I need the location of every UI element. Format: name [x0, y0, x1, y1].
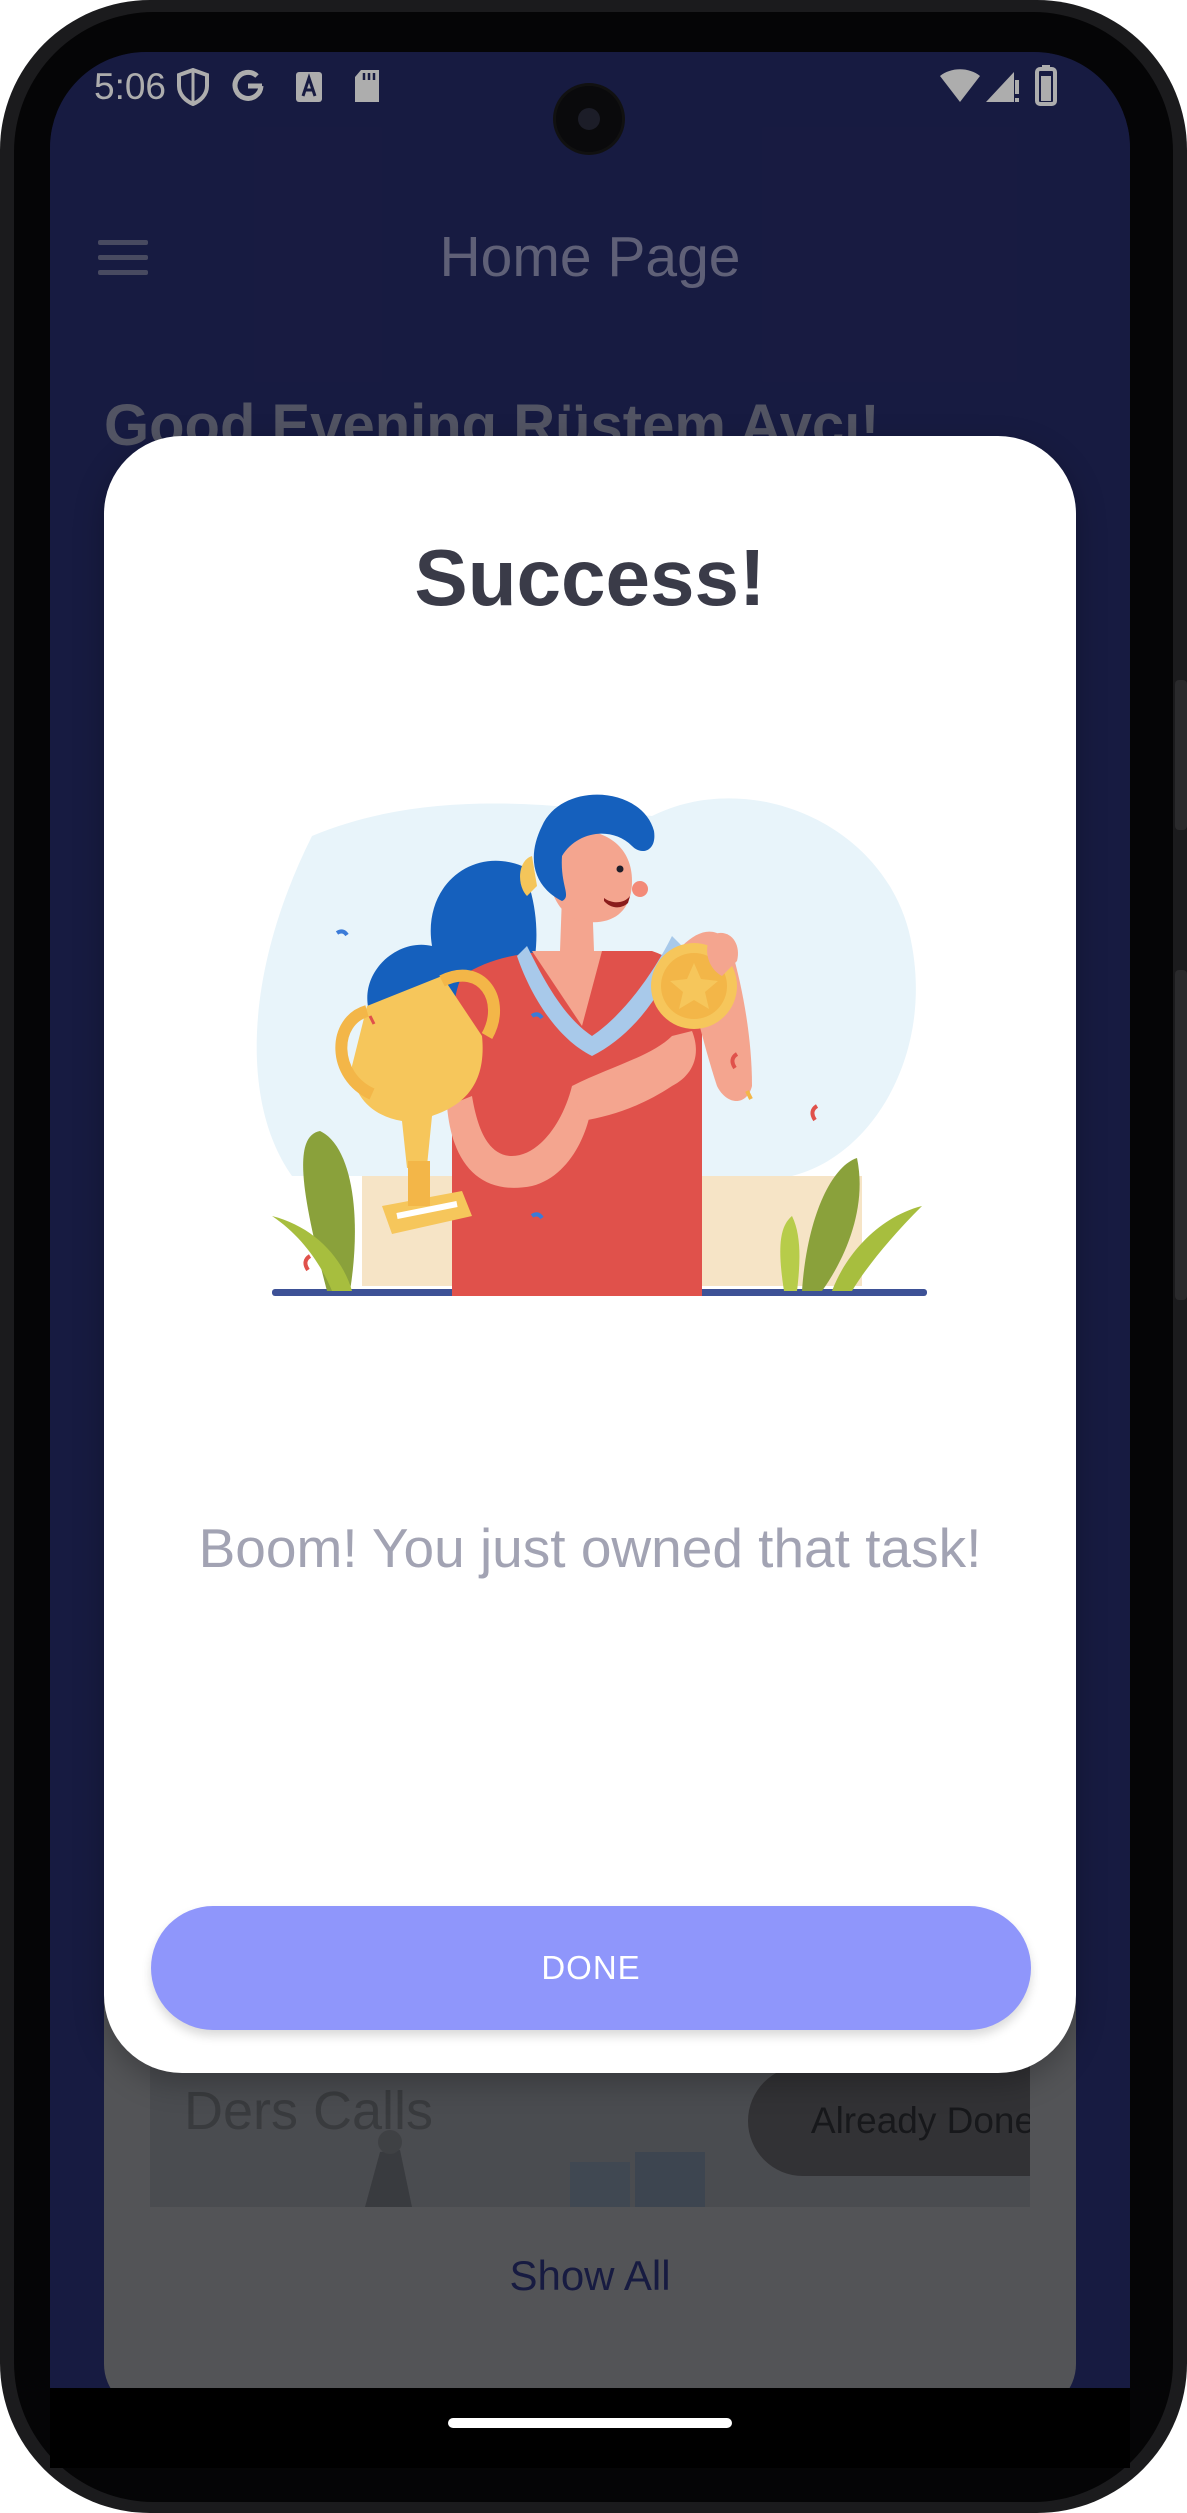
front-camera [556, 86, 622, 152]
home-indicator[interactable] [448, 2418, 732, 2428]
navigation-bar [50, 2388, 1130, 2468]
screen: 5:06 Home Page Good Evening Rüstem Avcı! [50, 52, 1130, 2388]
trophy-medal-celebration-illustration [256, 794, 927, 1296]
power-button [1175, 680, 1187, 830]
success-dialog: Success! Boom! You just owned that task!… [104, 436, 1076, 2073]
dialog-title: Success! [414, 533, 766, 622]
dialog-message: Boom! You just owned that task! [198, 1517, 982, 1579]
done-button[interactable]: DONE [151, 1906, 1031, 2030]
volume-button [1175, 970, 1187, 1300]
